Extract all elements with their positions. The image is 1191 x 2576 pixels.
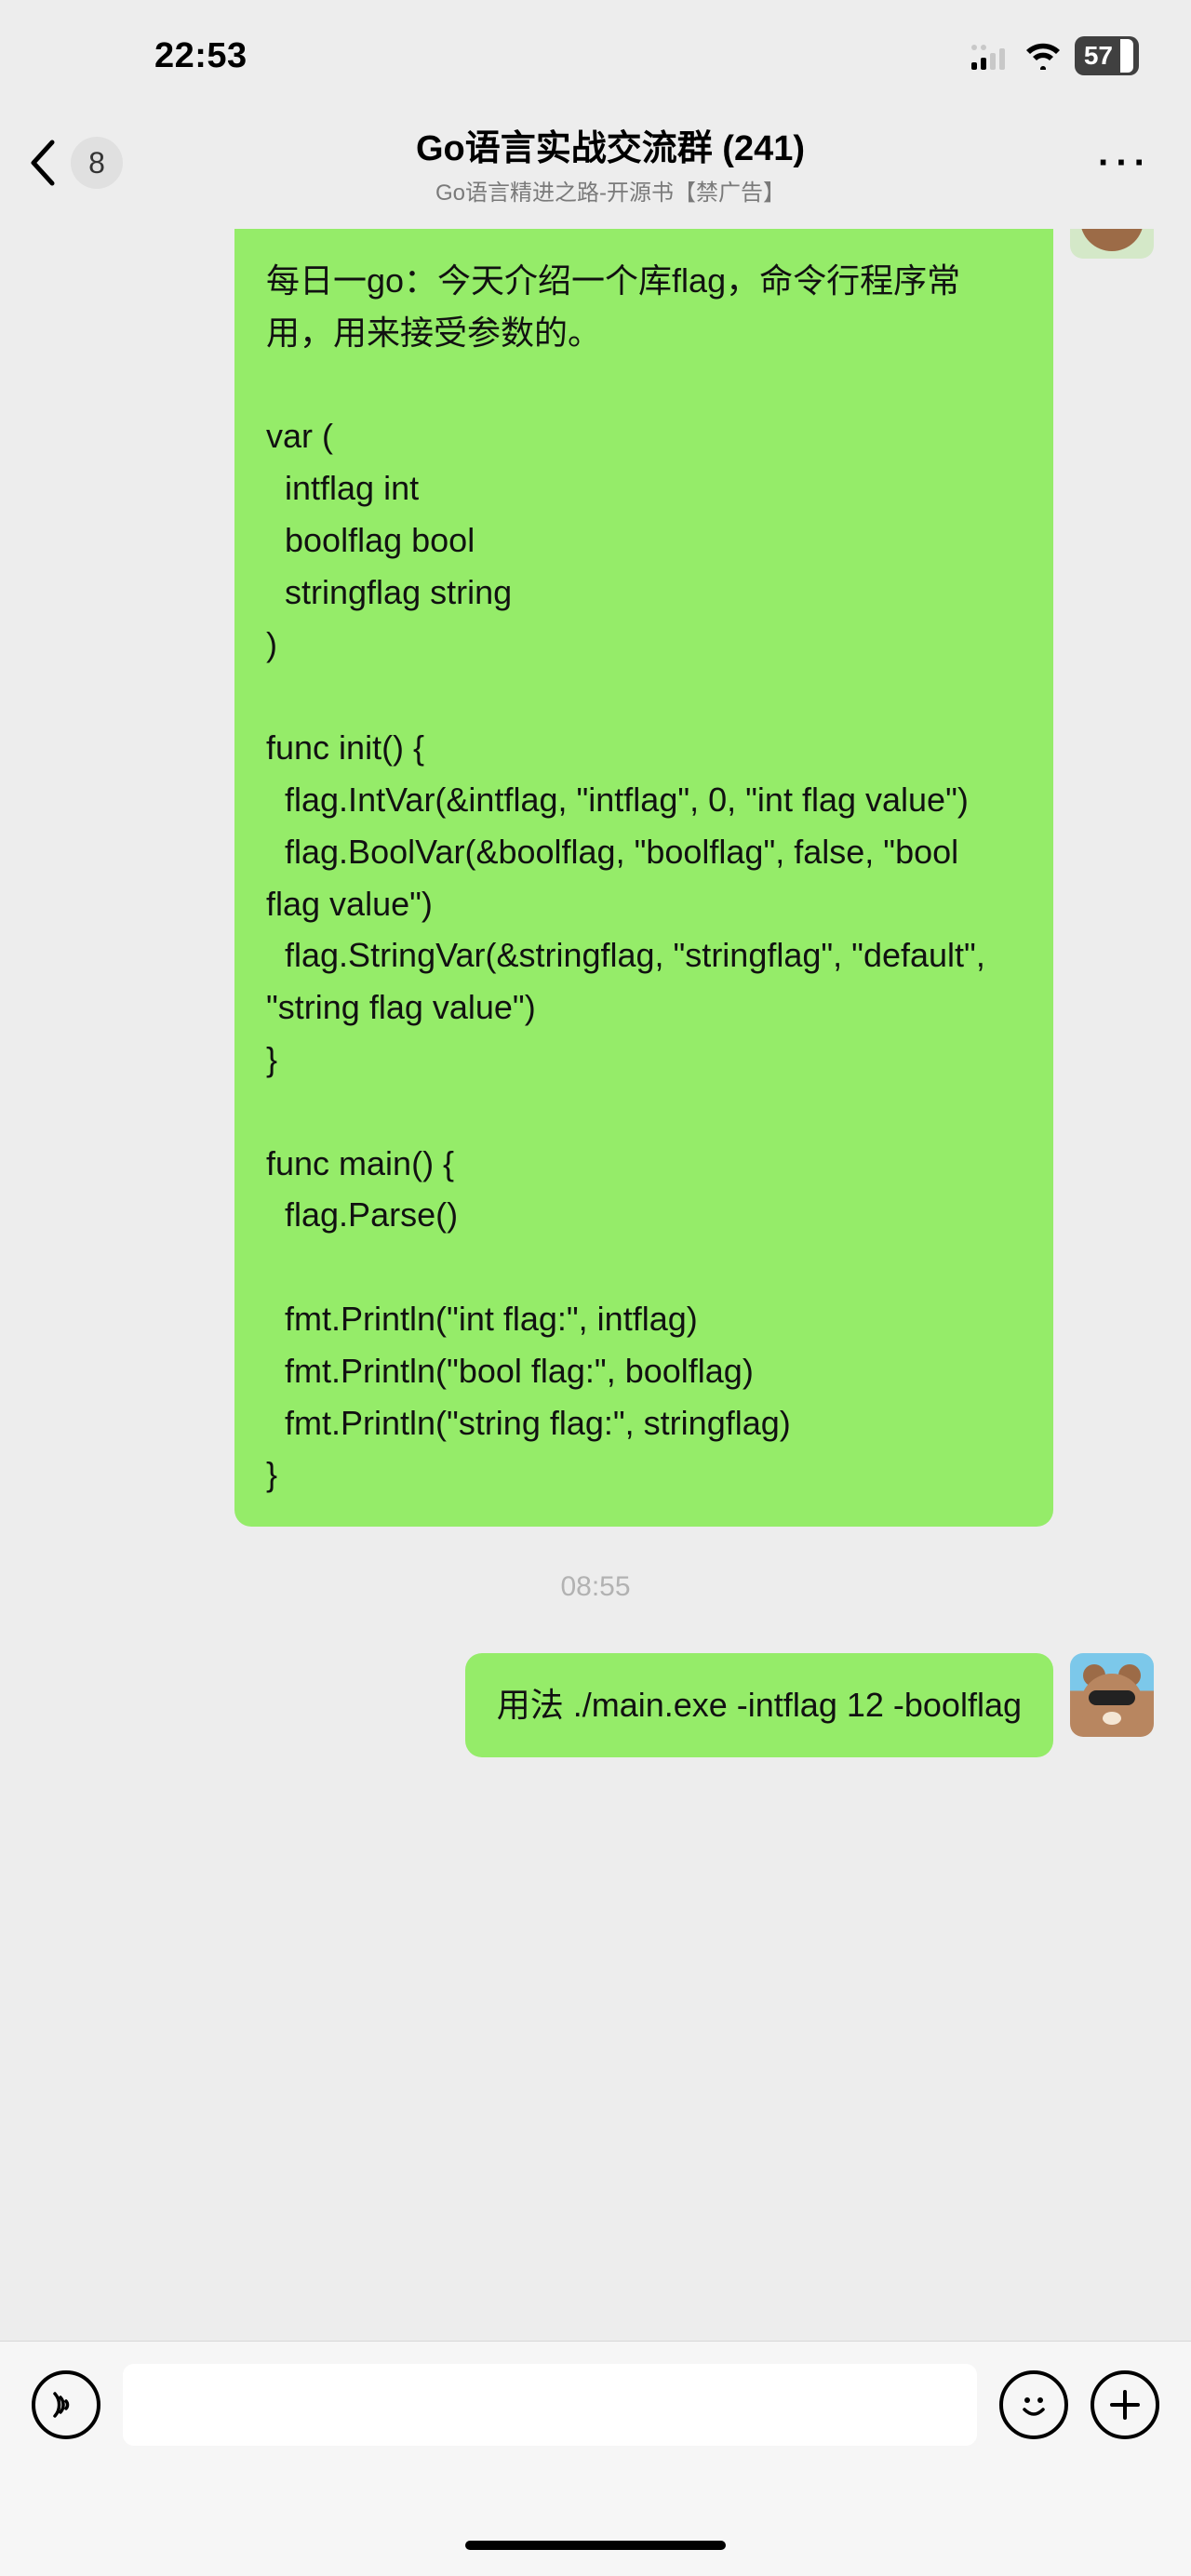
message-bubble[interactable]: 每日一go：今天介绍一个库flag，命令行程序常用，用来接受参数的。 var (… — [234, 229, 1053, 1527]
emoji-button[interactable] — [999, 2370, 1068, 2439]
voice-button[interactable] — [32, 2370, 100, 2439]
battery-level: 57 — [1084, 43, 1113, 69]
plus-button[interactable] — [1091, 2370, 1159, 2439]
header-center[interactable]: Go语言实战交流群 (241) Go语言精进之路-开源书【禁广告】 — [123, 119, 1098, 207]
status-bar: 22:53 57 — [0, 0, 1191, 102]
signal-icon — [970, 42, 1011, 70]
status-indicators: 57 — [970, 36, 1139, 75]
chat-header: 8 Go语言实战交流群 (241) Go语言精进之路-开源书【禁广告】 ··· — [0, 102, 1191, 229]
emoji-icon — [1013, 2384, 1054, 2425]
timestamp: 08:55 — [37, 1571, 1154, 1603]
message-bubble[interactable]: 用法 ./main.exe -intflag 12 -boolflag — [465, 1653, 1053, 1757]
chat-subtitle: Go语言精进之路-开源书【禁广告】 — [123, 174, 1098, 207]
wifi-icon — [1024, 42, 1062, 70]
chat-title: Go语言实战交流群 (241) — [123, 119, 1098, 170]
plus-icon — [1106, 2386, 1144, 2423]
bear-avatar-icon — [1070, 229, 1154, 259]
voice-icon — [47, 2386, 85, 2423]
home-indicator[interactable] — [465, 2541, 726, 2550]
message-input[interactable] — [123, 2364, 977, 2446]
unread-badge[interactable]: 8 — [71, 137, 123, 189]
status-time: 22:53 — [52, 36, 248, 76]
more-button[interactable]: ··· — [1098, 142, 1152, 184]
message-row: 每日一go：今天介绍一个库flag，命令行程序常用，用来接受参数的。 var (… — [37, 229, 1154, 1527]
battery-icon: 57 — [1075, 36, 1139, 75]
bear-sunglasses-avatar-icon — [1070, 1653, 1154, 1737]
avatar[interactable] — [1070, 1653, 1154, 1737]
message-row: 用法 ./main.exe -intflag 12 -boolflag — [37, 1653, 1154, 1757]
battery-fill — [1120, 39, 1133, 73]
messages-area[interactable]: 每日一go：今天介绍一个库flag，命令行程序常用，用来接受参数的。 var (… — [0, 229, 1191, 2341]
back-button[interactable] — [28, 139, 56, 187]
avatar[interactable] — [1070, 229, 1154, 259]
header-left: 8 — [28, 137, 123, 189]
